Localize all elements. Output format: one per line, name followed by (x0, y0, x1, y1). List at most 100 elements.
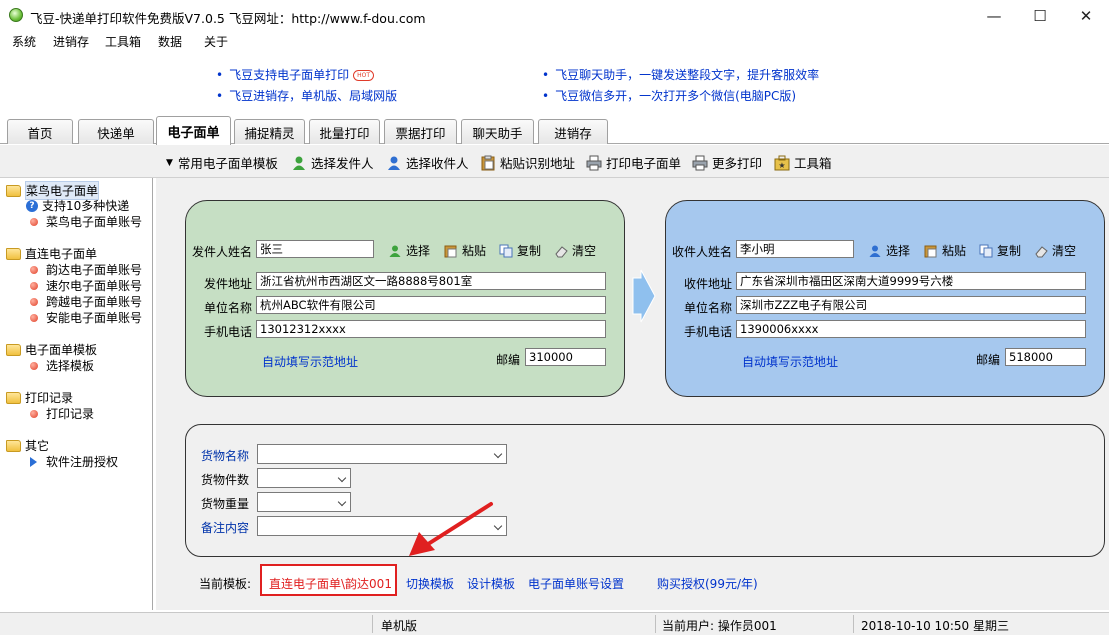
receiver-zip-field[interactable]: 518000 (1005, 348, 1086, 366)
folder-icon (6, 184, 21, 197)
sender-name-label: 发件人姓名 (192, 245, 253, 259)
goods-count-combo[interactable] (257, 468, 351, 488)
print-eorder-button[interactable]: 打印电子面单 (586, 153, 681, 172)
sender-paste-button[interactable]: 粘贴 (444, 242, 486, 259)
select-sender-button[interactable]: 选择发件人 (291, 153, 374, 172)
tab-receipt-print[interactable]: 票据打印 (384, 119, 457, 144)
design-template-link[interactable]: 设计模板 (467, 575, 515, 592)
hot-badge: HOT (353, 70, 374, 81)
annotation-arrow-icon (409, 502, 493, 556)
toolbox-button[interactable]: ★ 工具箱 (774, 153, 832, 172)
promo-link-chat-assistant[interactable]: • 飞豆聊天助手，一键发送整段文字，提升客服效率 (542, 66, 819, 83)
tree-item-yunda-account[interactable]: 韵达电子面单账号 (30, 261, 142, 278)
menu-inventory[interactable]: 进销存 (53, 33, 89, 50)
receiver-copy-button[interactable]: 复制 (979, 242, 1021, 259)
tab-express[interactable]: 快递单 (78, 119, 154, 144)
tree-group-direct[interactable]: 直连电子面单 (6, 245, 97, 262)
goods-card: 货物名称 货物件数 货物重量 备注内容 (185, 424, 1105, 557)
status-divider (372, 615, 373, 633)
minimize-button[interactable]: — (971, 0, 1017, 31)
toolbox-icon: ★ (774, 155, 790, 171)
eraser-icon (554, 244, 568, 258)
goods-name-combo[interactable] (257, 444, 507, 464)
tab-home[interactable]: 首页 (7, 119, 73, 144)
bullet-icon (30, 217, 38, 226)
note-label[interactable]: 备注内容 (201, 519, 249, 536)
receiver-company-label: 单位名称 (684, 301, 733, 315)
menu-data[interactable]: 数据 (158, 33, 182, 50)
sender-clear-button[interactable]: 清空 (554, 242, 596, 259)
folder-icon (6, 247, 21, 260)
tree-item-registration[interactable]: 软件注册授权 (30, 453, 118, 470)
switch-template-link[interactable]: 切换模板 (406, 575, 454, 592)
promo-link-wechat-multi[interactable]: • 飞豆微信多开，一次打开多个微信(电脑PC版) (542, 87, 796, 104)
goods-weight-combo[interactable] (257, 492, 351, 512)
receiver-autofill-link[interactable]: 自动填写示范地址 (742, 353, 838, 370)
sender-address-field[interactable]: 浙江省杭州市西湖区文一路8888号801室 (256, 272, 606, 290)
help-icon: ? (26, 199, 38, 212)
tab-capture[interactable]: 捕捉精灵 (234, 119, 305, 144)
tree-item-support-couriers[interactable]: ? 支持10多种快递 (26, 197, 129, 214)
receiver-name-label: 收件人姓名 (672, 245, 733, 259)
tab-batch-print[interactable]: 批量打印 (309, 119, 380, 144)
tree-group-other[interactable]: 其它 (6, 437, 49, 454)
tab-eorder[interactable]: 电子面单 (156, 116, 231, 145)
status-user: 当前用户: 操作员001 (662, 619, 777, 633)
menu-system[interactable]: 系统 (12, 33, 36, 50)
template-dropdown-button[interactable]: ▼ 常用电子面单模板 (166, 153, 278, 172)
receiver-paste-button[interactable]: 粘贴 (924, 242, 966, 259)
printer-icon (692, 155, 708, 171)
receiver-phone-label: 手机电话 (684, 325, 733, 339)
menu-bar: 系统 进销存 工具箱 数据 关于 (0, 31, 1109, 51)
receiver-phone-field[interactable]: 1390006xxxx (736, 320, 1086, 338)
goods-weight-label: 货物重量 (201, 497, 250, 511)
buy-license-link[interactable]: 购买授权(99元/年) (657, 575, 758, 592)
menu-about[interactable]: 关于 (204, 33, 228, 50)
status-mode: 单机版 (381, 619, 418, 633)
receiver-name-field[interactable]: 李小明 (736, 240, 854, 258)
tab-inventory[interactable]: 进销存 (538, 119, 608, 144)
more-print-button[interactable]: 更多打印 (692, 153, 762, 172)
tree-item-select-template[interactable]: 选择模板 (30, 357, 94, 374)
tree-item-suer-account[interactable]: 速尔电子面单账号 (30, 277, 142, 294)
select-receiver-button[interactable]: 选择收件人 (386, 153, 469, 172)
tab-strip: 首页 快递单 电子面单 捕捉精灵 批量打印 票据打印 聊天助手 进销存 (0, 115, 1109, 145)
folder-icon (6, 391, 21, 404)
status-divider (853, 615, 854, 633)
sender-phone-field[interactable]: 13012312xxxx (256, 320, 606, 338)
promo-link-inventory[interactable]: • 飞豆进销存，单机版、局域网版 (216, 87, 397, 104)
sender-select-button[interactable]: 选择 (388, 242, 430, 259)
folder-icon (6, 439, 21, 452)
sender-copy-button[interactable]: 复制 (499, 242, 541, 259)
sender-card: 发件人姓名 张三 选择 粘贴 复制 清空 发件地址 浙江省杭州市西湖区文一路88… (185, 200, 625, 397)
tree-item-anneng-account[interactable]: 安能电子面单账号 (30, 309, 142, 326)
current-template-value[interactable]: 直连电子面单\韵达001 (269, 575, 392, 592)
eorder-account-settings-link[interactable]: 电子面单账号设置 (528, 575, 624, 592)
receiver-zip-label: 邮编 (976, 353, 1001, 367)
tree-item-cainiao-account[interactable]: 菜鸟电子面单账号 (30, 213, 142, 230)
sender-autofill-link[interactable]: 自动填写示范地址 (262, 353, 358, 370)
receiver-address-label: 收件地址 (684, 277, 733, 291)
maximize-button[interactable]: ☐ (1017, 0, 1063, 31)
receiver-clear-button[interactable]: 清空 (1034, 242, 1076, 259)
goods-name-label[interactable]: 货物名称 (201, 447, 249, 464)
sender-zip-field[interactable]: 310000 (525, 348, 606, 366)
tree-group-templates[interactable]: 电子面单模板 (6, 341, 97, 358)
tree-group-print-records[interactable]: 打印记录 (6, 389, 73, 406)
goods-count-label: 货物件数 (201, 473, 250, 487)
clipboard-icon (924, 244, 938, 258)
tab-chat-assistant[interactable]: 聊天助手 (461, 119, 534, 144)
close-button[interactable]: ✕ (1063, 0, 1109, 31)
menu-toolbox[interactable]: 工具箱 (105, 33, 141, 50)
paste-recognize-address-button[interactable]: 粘贴识别地址 (480, 153, 575, 172)
sender-name-field[interactable]: 张三 (256, 240, 374, 258)
bullet-icon (30, 361, 38, 370)
tree-item-kuayue-account[interactable]: 跨越电子面单账号 (30, 293, 142, 310)
toolbar: ▼ 常用电子面单模板 选择发件人 选择收件人 粘贴识别地址 打印电子面单 更多打… (0, 145, 1109, 178)
sender-company-field[interactable]: 杭州ABC软件有限公司 (256, 296, 606, 314)
receiver-address-field[interactable]: 广东省深圳市福田区深南大道9999号六楼 (736, 272, 1086, 290)
tree-item-print-records[interactable]: 打印记录 (30, 405, 94, 422)
promo-link-eorder[interactable]: • 飞豆支持电子面单打印 HOT (216, 66, 374, 83)
receiver-select-button[interactable]: 选择 (868, 242, 910, 259)
receiver-company-field[interactable]: 深圳市ZZZ电子有限公司 (736, 296, 1086, 314)
